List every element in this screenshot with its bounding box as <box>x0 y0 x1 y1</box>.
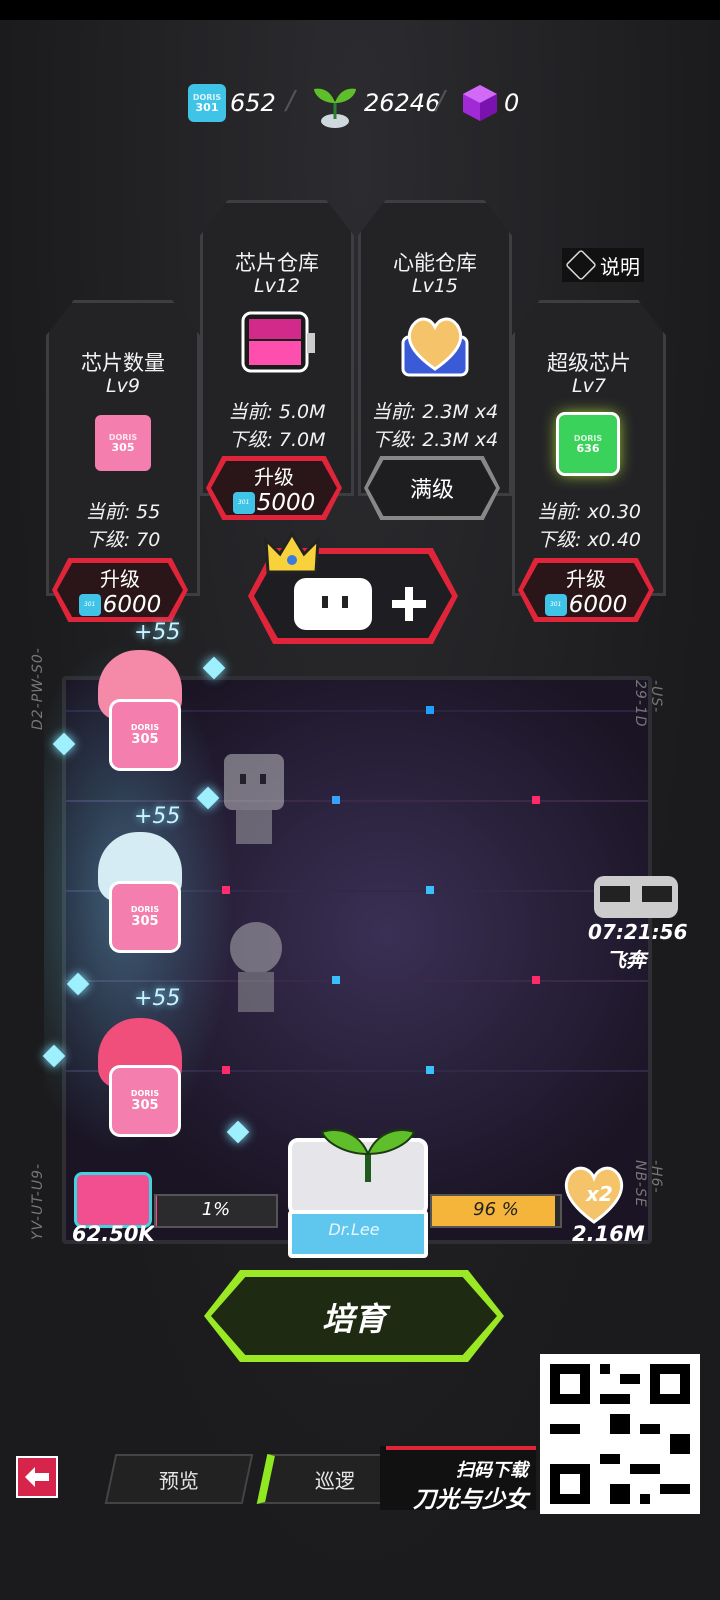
current-value: 当前: 55 <box>85 501 161 523</box>
next-value: 下级: x0.40 <box>537 529 641 551</box>
panel-heart-storage: 心能仓库 Lv15 当前: 2.3M x4 下级: 2.3M x4 <box>358 200 512 496</box>
qr-code[interactable] <box>540 1354 700 1514</box>
current-value: 当前: 5.0M <box>228 401 326 423</box>
divider: / <box>436 86 445 116</box>
upgrade-chip-storage-button[interactable]: 升级 301 5000 <box>206 456 342 520</box>
storage-icon <box>74 1172 152 1228</box>
promo-banner: 扫码下载 刀光与少女 <box>380 1446 536 1513</box>
character-chip: DORIS 305 <box>112 1068 178 1134</box>
panel-level: Lv9 <box>106 375 140 397</box>
crown-icon <box>264 532 320 574</box>
panel-title: 心能仓库 <box>393 251 477 275</box>
panel-title: 芯片数量 <box>81 351 165 375</box>
chip-icon: 301 <box>232 491 255 514</box>
sprout-icon <box>314 88 356 128</box>
panel-chip-storage: 芯片仓库 Lv12 当前: 5.0M 下级: 7.0M <box>200 200 354 496</box>
chip-count: 652 <box>230 89 276 117</box>
help-button[interactable]: 说明 <box>562 248 644 282</box>
panel-level: Lv15 <box>411 275 458 297</box>
timer: 07:21:56 <box>588 920 688 944</box>
cube-count: 0 <box>504 89 520 117</box>
multiplier: x2 <box>586 1182 613 1206</box>
cultivate-button[interactable]: 培育 <box>204 1270 504 1362</box>
tab-preview[interactable]: 预览 <box>104 1454 254 1504</box>
cube-icon <box>463 85 497 121</box>
status-bar <box>0 0 720 20</box>
sunglasses-face-icon <box>594 876 678 918</box>
upgrade-super-chip-button[interactable]: 升级 301 6000 <box>518 558 654 622</box>
heart-box-icon <box>401 317 469 377</box>
question-icon <box>565 249 597 281</box>
chip-icon: DORIS 301 <box>188 84 226 122</box>
gain-popup: +55 <box>134 804 181 829</box>
sprout-icon <box>320 1129 416 1182</box>
right-progress-bar: 96 % <box>430 1194 562 1228</box>
next-value: 下级: 7.0M <box>228 429 326 451</box>
chip-icon: 301 <box>78 593 101 616</box>
sprout-count: 26246 <box>364 89 441 117</box>
current-value: 当前: x0.30 <box>537 501 641 523</box>
panel-chip-count: 芯片数量 Lv9 DORIS 305 当前: 55 下级: 70 <box>46 300 200 596</box>
panel-super-chip: 超级芯片 Lv7 DORIS 636 当前: x0.30 下级: x0.40 <box>512 300 666 596</box>
qr-code-icon <box>550 1364 690 1504</box>
green-chip-icon: DORIS 636 <box>559 415 617 473</box>
storage-box-icon <box>241 311 315 373</box>
right-storage-value: 2.16M <box>572 1222 645 1246</box>
timer-label: 飞奔 <box>606 948 646 972</box>
chip-icon: 301 <box>544 593 567 616</box>
left-storage-value: 62.50K <box>72 1222 155 1246</box>
panel-level: Lv12 <box>253 275 300 297</box>
back-button[interactable] <box>16 1456 58 1498</box>
max-level-button: 满级 <box>364 456 500 520</box>
sprout-currency: 26246 <box>310 78 440 128</box>
panel-level: Lv7 <box>572 375 606 397</box>
left-progress-bar: 1% <box>154 1194 278 1228</box>
upgrade-chip-count-button[interactable]: 升级 301 6000 <box>52 558 188 622</box>
cube-currency: 0 <box>460 78 519 128</box>
next-value: 下级: 2.3M x4 <box>371 429 499 451</box>
character-chip: DORIS 305 <box>112 884 178 950</box>
gain-popup: +55 <box>134 620 181 645</box>
current-value: 当前: 2.3M x4 <box>371 401 499 423</box>
panel-title: 芯片仓库 <box>235 251 319 275</box>
panel-title: 超级芯片 <box>547 351 631 375</box>
next-value: 下级: 70 <box>85 529 161 551</box>
chip-currency: DORIS 301 652 <box>188 78 276 128</box>
character-chip: DORIS 305 <box>112 702 178 768</box>
back-arrow-icon <box>25 1467 49 1487</box>
pink-chip-icon: DORIS 305 <box>95 415 151 471</box>
divider: / <box>286 86 295 116</box>
gain-popup: +55 <box>134 986 181 1011</box>
